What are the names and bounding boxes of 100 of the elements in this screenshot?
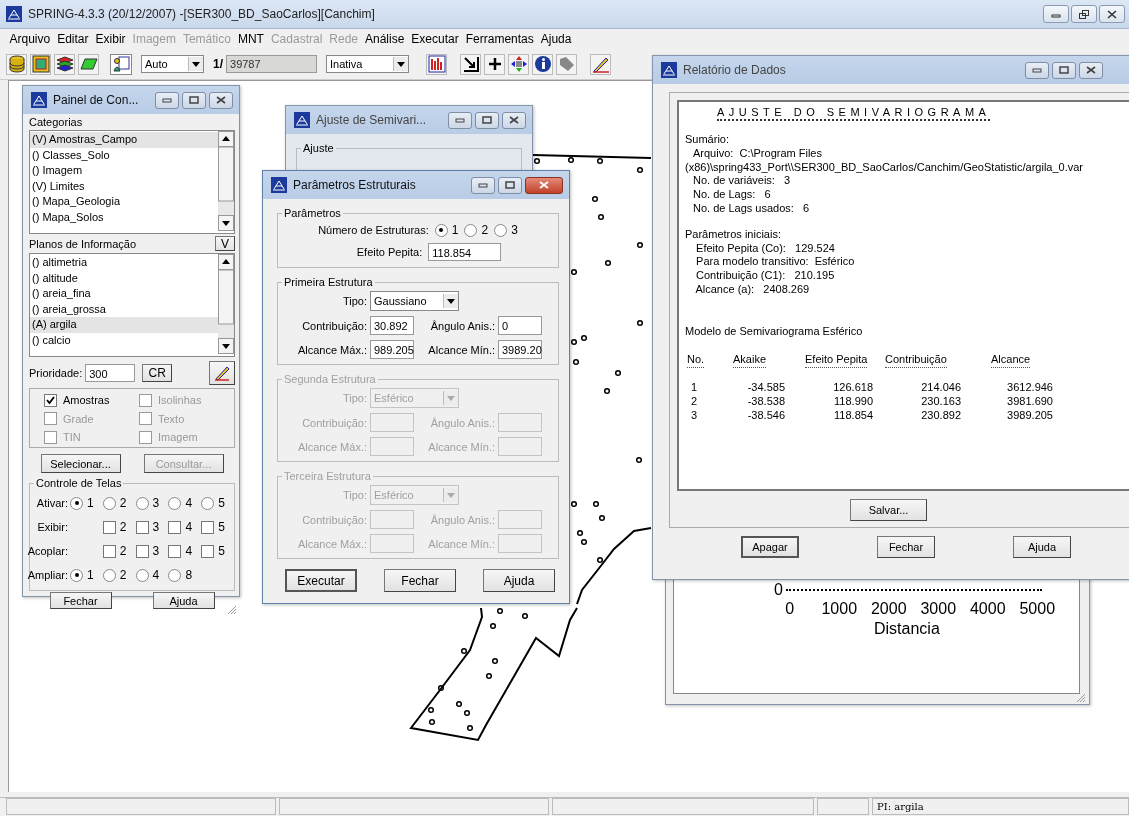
close-button[interactable] bbox=[1099, 5, 1125, 23]
dialog-button[interactable]: Fechar bbox=[877, 536, 935, 558]
layers-tool-button[interactable] bbox=[54, 53, 75, 75]
radio-button[interactable] bbox=[70, 568, 83, 582]
view-mode-dropdown[interactable]: Inativa bbox=[326, 55, 409, 73]
angle-field[interactable]: 0 bbox=[498, 316, 542, 335]
draw-button[interactable] bbox=[209, 361, 235, 385]
plane-item[interactable]: () areia_fina bbox=[30, 286, 218, 302]
minimize-icon bbox=[1032, 67, 1042, 73]
radio-button[interactable] bbox=[135, 568, 149, 582]
checkbox[interactable] bbox=[135, 544, 149, 558]
restore-button[interactable] bbox=[1071, 5, 1097, 23]
dialog-button[interactable]: Ajuda bbox=[152, 592, 215, 609]
category-item[interactable]: () Classes_Solo bbox=[30, 147, 218, 163]
scrollbar[interactable] bbox=[218, 131, 234, 231]
category-item[interactable]: () Imagem bbox=[30, 163, 218, 179]
select-button[interactable]: Selecionar... bbox=[40, 454, 121, 473]
scale-mode-dropdown[interactable]: Auto bbox=[141, 55, 204, 73]
dropdown-arrow-icon bbox=[447, 298, 455, 304]
radio-button[interactable] bbox=[464, 223, 478, 237]
close-button[interactable] bbox=[209, 91, 233, 109]
menu-item[interactable]: Executar bbox=[407, 32, 463, 46]
close-button[interactable] bbox=[1079, 61, 1103, 79]
plane-item[interactable]: () altimetria bbox=[30, 255, 218, 271]
maximize-button[interactable] bbox=[498, 176, 522, 194]
checkbox[interactable] bbox=[102, 544, 116, 558]
report-line: No. de Lags: 6 bbox=[692, 188, 772, 202]
checkbox[interactable] bbox=[44, 393, 57, 407]
planes-v-button[interactable]: V bbox=[215, 236, 235, 251]
priority-field[interactable]: 300 bbox=[85, 364, 136, 382]
checkbox[interactable] bbox=[201, 520, 215, 534]
maximize-button[interactable] bbox=[182, 91, 206, 109]
contribution-field[interactable]: 30.892 bbox=[370, 316, 414, 335]
plane-item[interactable]: () altitude bbox=[30, 270, 218, 286]
checkbox[interactable] bbox=[135, 520, 149, 534]
parallelogram-icon bbox=[79, 55, 98, 73]
max-range-field[interactable]: 989.205 bbox=[370, 340, 414, 359]
plane-item[interactable]: () areia_grossa bbox=[30, 301, 218, 317]
radio-button[interactable] bbox=[102, 496, 116, 510]
category-item[interactable]: () Mapa_Solos bbox=[30, 209, 218, 225]
dialog-button[interactable]: Ajuda bbox=[1013, 536, 1071, 558]
category-item[interactable]: () Mapa_Geologia bbox=[30, 194, 218, 210]
radio-button[interactable] bbox=[201, 496, 215, 510]
maximize-button[interactable] bbox=[1052, 61, 1076, 79]
close-button[interactable] bbox=[525, 176, 563, 194]
radio-button[interactable] bbox=[70, 496, 83, 510]
plane-item[interactable]: (A) argila bbox=[30, 317, 218, 333]
minimize-button[interactable] bbox=[448, 111, 472, 129]
checkbox[interactable] bbox=[201, 544, 215, 558]
plus-tool-button[interactable] bbox=[484, 53, 505, 75]
menu-item[interactable]: Arquivo bbox=[6, 32, 54, 46]
radio-button[interactable] bbox=[434, 223, 448, 237]
menu-item[interactable]: Ajuda bbox=[537, 32, 575, 46]
minimize-button[interactable] bbox=[1025, 61, 1049, 79]
dialog-button[interactable]: Apagar bbox=[741, 536, 799, 558]
radio-button[interactable] bbox=[135, 496, 149, 510]
category-item[interactable]: (V) Amostras_Campo bbox=[30, 132, 218, 148]
radio-button[interactable] bbox=[102, 568, 116, 582]
restore-icon bbox=[1078, 9, 1090, 19]
dialog-button[interactable]: Fechar bbox=[384, 569, 456, 592]
checkbox[interactable] bbox=[102, 520, 116, 534]
nugget-field[interactable]: 118.854 bbox=[428, 243, 502, 261]
status-text: PI: argila bbox=[877, 801, 924, 812]
group-title: Ajuste bbox=[302, 142, 335, 154]
menu-item[interactable]: Editar bbox=[53, 32, 93, 46]
plane-item[interactable]: () calcio bbox=[30, 332, 218, 348]
option-label: Imagem bbox=[158, 431, 198, 444]
close-button[interactable] bbox=[502, 111, 526, 129]
dialog-button[interactable]: Executar bbox=[285, 569, 357, 592]
category-item[interactable]: (V) Limites bbox=[30, 178, 218, 194]
minimize-button[interactable] bbox=[471, 176, 495, 194]
menu-item[interactable]: Análise bbox=[361, 32, 408, 46]
type-dropdown[interactable]: Gaussiano bbox=[370, 291, 459, 311]
maximize-button[interactable] bbox=[475, 111, 499, 129]
edit-tool-button[interactable] bbox=[590, 53, 611, 75]
save-button[interactable]: Salvar... bbox=[850, 499, 927, 521]
min-range-field[interactable]: 3989.20 bbox=[498, 340, 542, 359]
scrollbar[interactable] bbox=[218, 254, 234, 354]
app-icon bbox=[31, 92, 47, 108]
db-tool-button[interactable] bbox=[6, 53, 27, 75]
menu-item[interactable]: Exibir bbox=[92, 32, 130, 46]
menu-item[interactable]: Ferramentas bbox=[462, 32, 538, 46]
plane-tool-button[interactable] bbox=[78, 53, 99, 75]
radio-button[interactable] bbox=[494, 223, 508, 237]
dialog-button[interactable]: Ajuda bbox=[483, 569, 555, 592]
map-tool-button[interactable] bbox=[30, 53, 51, 75]
minimize-button[interactable] bbox=[155, 91, 179, 109]
display-tool-button[interactable] bbox=[110, 53, 132, 75]
info-tool-button[interactable] bbox=[532, 53, 553, 75]
radio-button[interactable] bbox=[168, 496, 182, 510]
checkbox[interactable] bbox=[168, 520, 182, 534]
chart-tool-button[interactable] bbox=[426, 53, 447, 75]
dialog-button[interactable]: Fechar bbox=[49, 592, 112, 609]
menu-item[interactable]: MNT bbox=[234, 32, 268, 46]
checkbox[interactable] bbox=[168, 544, 182, 558]
move-tool-button[interactable] bbox=[508, 53, 529, 75]
radio-button[interactable] bbox=[168, 568, 182, 582]
cr-button[interactable]: CR bbox=[142, 364, 173, 382]
axis-tick-label: 3000 bbox=[919, 600, 958, 618]
arrow-tool-button[interactable] bbox=[460, 53, 481, 75]
